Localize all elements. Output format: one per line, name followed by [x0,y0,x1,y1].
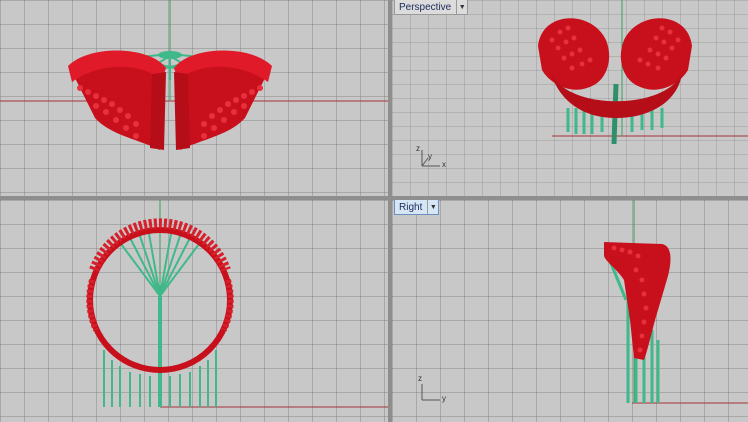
axis-x-label: x [442,160,446,169]
viewport-front[interactable] [0,200,388,422]
axis-z-label: z [418,374,422,383]
viewport-top[interactable] [0,0,388,196]
axis-y-label: y [428,152,432,161]
viewport-title-perspective[interactable]: Perspective ▼ [394,0,469,15]
viewport-perspective[interactable]: Perspective ▼ z y x [392,0,748,196]
viewport-right[interactable]: Right ▼ z y [392,200,748,422]
viewport-title-right[interactable]: Right ▼ [394,200,440,215]
dropdown-arrow-icon[interactable]: ▼ [427,200,438,214]
viewport-label: Perspective [399,1,452,13]
ring-model-right-view [421,200,748,404]
axis-z-label: z [416,144,420,153]
ring-model-front-view [86,200,388,408]
viewport-label: Right [399,201,423,213]
axis-y-label: y [442,394,446,403]
ring-model-top-view [0,0,388,150]
dropdown-arrow-icon[interactable]: ▼ [456,0,467,14]
